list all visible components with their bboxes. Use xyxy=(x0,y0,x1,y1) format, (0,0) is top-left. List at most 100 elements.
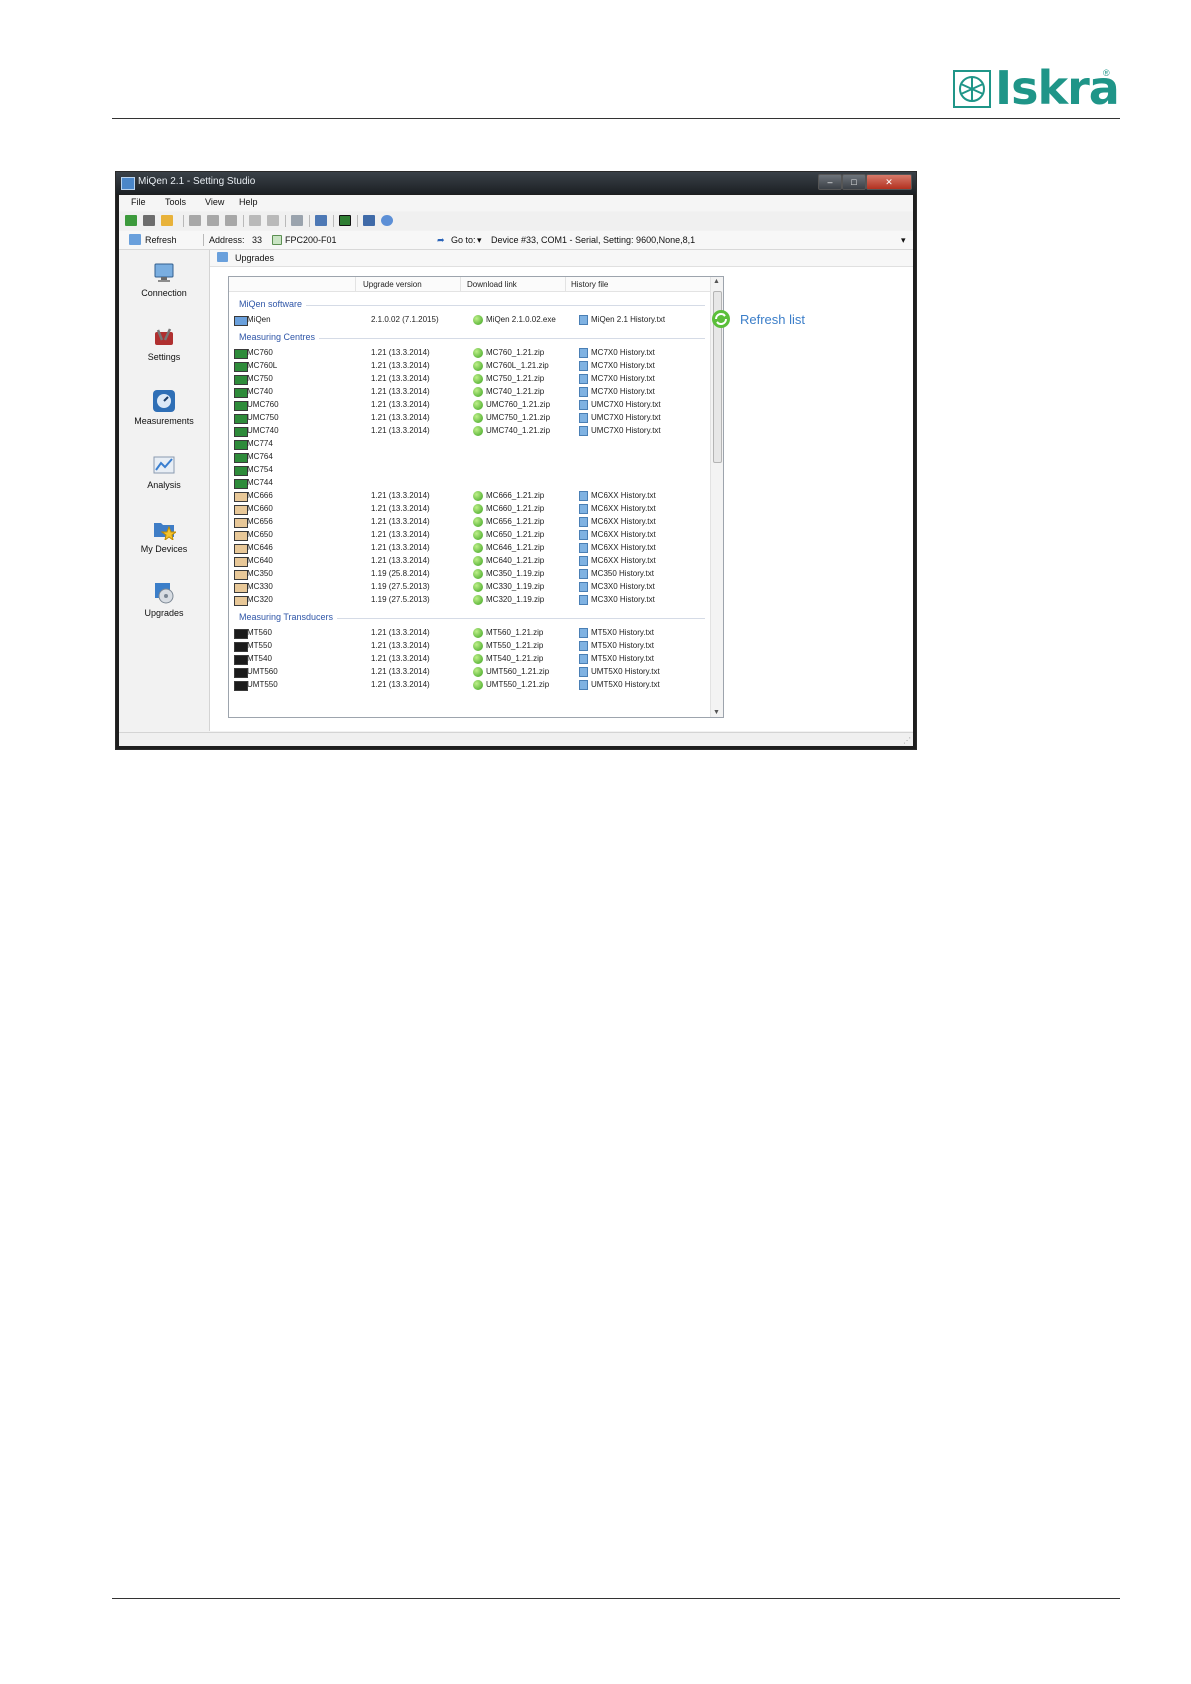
column-upgrade-version[interactable]: Upgrade version xyxy=(363,280,422,289)
download-link[interactable]: MT550_1.21.zip xyxy=(486,641,543,650)
text-file-icon[interactable] xyxy=(579,680,588,690)
download-globe-icon[interactable] xyxy=(473,387,483,397)
table-row[interactable]: UMT550 1.21 (13.3.2014) UMT550_1.21.zip UMT… xyxy=(229,678,711,691)
download-globe-icon[interactable] xyxy=(473,543,483,553)
upgrades-list[interactable]: Upgrade version Download link History fi… xyxy=(228,276,724,718)
download-globe-icon[interactable] xyxy=(473,641,483,651)
history-file-link[interactable]: MT5X0 History.txt xyxy=(591,654,654,663)
history-file-link[interactable]: MC6XX History.txt xyxy=(591,556,656,565)
download-link[interactable]: MC666_1.21.zip xyxy=(486,491,544,500)
text-file-icon[interactable] xyxy=(579,530,588,540)
printer-icon[interactable] xyxy=(249,215,261,226)
download-link[interactable]: MC640_1.21.zip xyxy=(486,556,544,565)
history-file-link[interactable]: MT5X0 History.txt xyxy=(591,641,654,650)
table-row[interactable]: MC740 1.21 (13.3.2014) MC740_1.21.zip MC7X0… xyxy=(229,385,711,398)
download-link[interactable]: UMC750_1.21.zip xyxy=(486,413,550,422)
cut-icon[interactable] xyxy=(189,215,201,226)
text-file-icon[interactable] xyxy=(579,569,588,579)
table-row[interactable]: MT550 1.21 (13.3.2014) MT550_1.21.zip MT5X0… xyxy=(229,639,711,652)
download-globe-icon[interactable] xyxy=(473,426,483,436)
download-link[interactable]: MC646_1.21.zip xyxy=(486,543,544,552)
download-link[interactable]: MC650_1.21.zip xyxy=(486,530,544,539)
copy-icon[interactable] xyxy=(225,215,237,226)
table-row[interactable]: MC760L 1.21 (13.3.2014) MC760L_1.21.zip MC7… xyxy=(229,359,711,372)
sidebar-item-upgrades[interactable]: Upgrades xyxy=(119,582,209,637)
download-link[interactable]: MT540_1.21.zip xyxy=(486,654,543,663)
text-file-icon[interactable] xyxy=(579,556,588,566)
download-link[interactable]: MC660_1.21.zip xyxy=(486,504,544,513)
download-globe-icon[interactable] xyxy=(473,374,483,384)
table-row[interactable]: MC754 xyxy=(229,463,711,476)
table-row[interactable]: MC640 1.21 (13.3.2014) MC640_1.21.zip MC6XX… xyxy=(229,554,711,567)
text-file-icon[interactable] xyxy=(579,595,588,605)
vertical-scrollbar[interactable]: ▲ ▼ xyxy=(710,277,723,717)
download-globe-icon[interactable] xyxy=(473,361,483,371)
text-file-icon[interactable] xyxy=(579,361,588,371)
table-row[interactable]: MT540 1.21 (13.3.2014) MT540_1.21.zip MT5X0… xyxy=(229,652,711,665)
text-file-icon[interactable] xyxy=(579,654,588,664)
download-globe-icon[interactable] xyxy=(473,400,483,410)
download-link[interactable]: MC656_1.21.zip xyxy=(486,517,544,526)
sidebar-item-settings[interactable]: Settings xyxy=(119,326,209,381)
download-globe-icon[interactable] xyxy=(473,348,483,358)
text-file-icon[interactable] xyxy=(579,413,588,423)
title-bar[interactable]: MiQen 2.1 - Setting Studio – □ ✕ xyxy=(116,172,916,194)
history-file-link[interactable]: MT5X0 History.txt xyxy=(591,628,654,637)
goto-dropdown-icon[interactable]: ▾ xyxy=(477,235,482,246)
download-link[interactable]: MC320_1.19.zip xyxy=(486,595,544,604)
text-file-icon[interactable] xyxy=(579,315,588,325)
history-file-link[interactable]: MC7X0 History.txt xyxy=(591,348,655,357)
history-file-link[interactable]: MC6XX History.txt xyxy=(591,530,656,539)
sidebar-item-analysis[interactable]: Analysis xyxy=(119,454,209,509)
maximize-button[interactable]: □ xyxy=(842,174,866,190)
text-file-icon[interactable] xyxy=(579,641,588,651)
download-link[interactable]: MC740_1.21.zip xyxy=(486,387,544,396)
table-row[interactable]: MC646 1.21 (13.3.2014) MC646_1.21.zip MC6XX… xyxy=(229,541,711,554)
history-file-link[interactable]: MC7X0 History.txt xyxy=(591,361,655,370)
text-file-icon[interactable] xyxy=(579,667,588,677)
text-file-icon[interactable] xyxy=(579,491,588,501)
goto-chevron-down-icon[interactable]: ▾ xyxy=(901,235,906,246)
open-icon[interactable] xyxy=(161,215,173,226)
download-link[interactable]: MC750_1.21.zip xyxy=(486,374,544,383)
table-row[interactable]: MC666 1.21 (13.3.2014) MC666_1.21.zip MC6XX… xyxy=(229,489,711,502)
new-icon[interactable] xyxy=(125,215,137,226)
download-link[interactable]: UMT560_1.21.zip xyxy=(486,667,549,676)
download-globe-icon[interactable] xyxy=(473,530,483,540)
table-row[interactable]: MC774 xyxy=(229,437,711,450)
menu-file[interactable]: File xyxy=(131,197,146,207)
history-file-link[interactable]: MC6XX History.txt xyxy=(591,504,656,513)
device-icon[interactable] xyxy=(339,215,351,226)
pen-icon[interactable] xyxy=(363,215,375,226)
history-file-link[interactable]: MC6XX History.txt xyxy=(591,543,656,552)
text-file-icon[interactable] xyxy=(579,543,588,553)
table-row[interactable]: MC320 1.19 (27.5.2013) MC320_1.19.zip MC3X0… xyxy=(229,593,711,606)
table-row[interactable]: MC656 1.21 (13.3.2014) MC656_1.21.zip MC6XX… xyxy=(229,515,711,528)
table-row[interactable]: UMT560 1.21 (13.3.2014) UMT560_1.21.zip UMT… xyxy=(229,665,711,678)
download-globe-icon[interactable] xyxy=(473,556,483,566)
text-file-icon[interactable] xyxy=(579,426,588,436)
menu-view[interactable]: View xyxy=(205,197,224,207)
download-globe-icon[interactable] xyxy=(473,504,483,514)
download-link[interactable]: MiQen 2.1.0.02.exe xyxy=(486,315,556,324)
resize-grip-icon[interactable]: ⋰ xyxy=(903,736,911,745)
history-file-link[interactable]: MC3X0 History.txt xyxy=(591,595,655,604)
scroll-up-icon[interactable]: ▲ xyxy=(713,278,720,285)
text-file-icon[interactable] xyxy=(579,582,588,592)
download-globe-icon[interactable] xyxy=(473,595,483,605)
menu-tools[interactable]: Tools xyxy=(165,197,186,207)
table-row[interactable]: UMC750 1.21 (13.3.2014) UMC750_1.21.zip UMC… xyxy=(229,411,711,424)
table-row[interactable]: MC764 xyxy=(229,450,711,463)
history-file-link[interactable]: MC6XX History.txt xyxy=(591,491,656,500)
download-globe-icon[interactable] xyxy=(473,654,483,664)
text-file-icon[interactable] xyxy=(579,628,588,638)
download-link[interactable]: MC760_1.21.zip xyxy=(486,348,544,357)
history-file-link[interactable]: MC7X0 History.txt xyxy=(591,374,655,383)
text-file-icon[interactable] xyxy=(579,348,588,358)
history-file-link[interactable]: MC6XX History.txt xyxy=(591,517,656,526)
text-file-icon[interactable] xyxy=(579,504,588,514)
print-icon[interactable] xyxy=(143,215,155,226)
history-file-link[interactable]: MC350 History.txt xyxy=(591,569,654,578)
history-file-link[interactable]: UMC7X0 History.txt xyxy=(591,413,661,422)
address-value[interactable]: 33 xyxy=(252,235,262,245)
